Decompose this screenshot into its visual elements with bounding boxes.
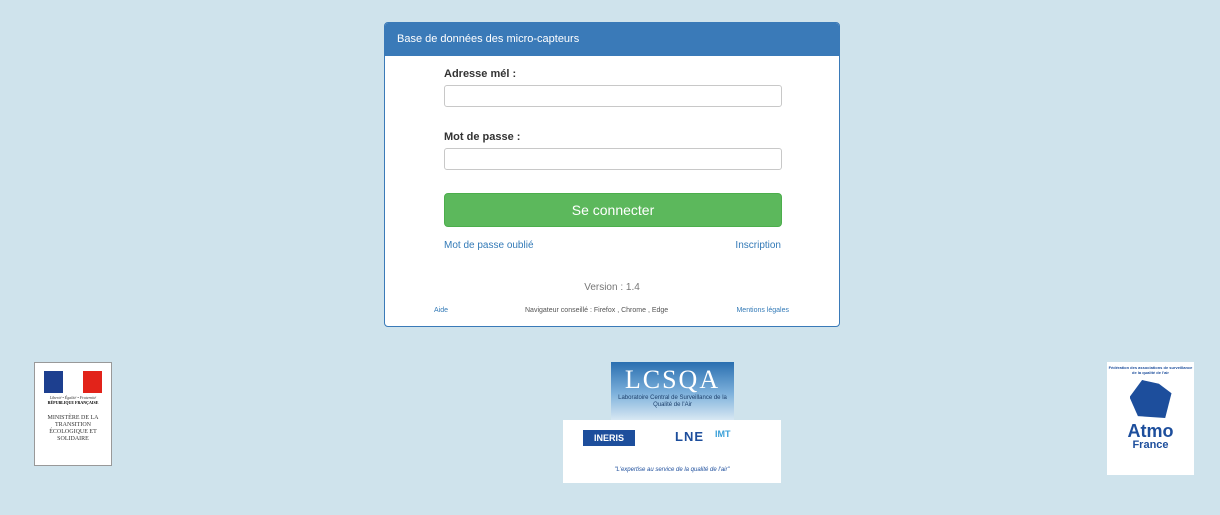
marianne-flag-icon: [44, 371, 102, 393]
browser-note: Navigateur conseillé : Firefox , Chrome …: [525, 307, 669, 314]
atmo-name: Atmo: [1127, 421, 1174, 441]
ineris-logo: INERIS: [583, 430, 635, 446]
forgot-password-link[interactable]: Mot de passe oublié: [444, 240, 534, 251]
version-text: Version : 1.4: [584, 282, 640, 293]
login-panel: Base de données des micro-capteurs Adres…: [384, 22, 840, 327]
france-map-icon: [1129, 380, 1172, 418]
ministere-logo: Liberté • Égalité • Fraternité RÉPUBLIQU…: [34, 362, 112, 466]
lcsqa-title: LCSQA: [624, 365, 721, 394]
email-label: Adresse mél :: [444, 68, 517, 80]
lcsqa-logo: LCSQA Laboratoire Central de Surveillanc…: [611, 362, 734, 420]
atmo-country: France: [1132, 439, 1169, 451]
ministere-republique: RÉPUBLIQUE FRANÇAISE: [47, 400, 99, 405]
legal-link[interactable]: Mentions légales: [736, 307, 789, 314]
login-button[interactable]: Se connecter: [444, 193, 782, 227]
partners-tagline: "L'expertise au service de la qualité de…: [614, 467, 730, 473]
ministere-name: MINISTÈRE DE LA TRANSITION ÉCOLOGIQUE ET…: [47, 415, 99, 442]
email-field[interactable]: [444, 85, 782, 107]
panel-title: Base de données des micro-capteurs: [385, 23, 839, 56]
atmo-france-logo: Fédération des associations de surveilla…: [1107, 362, 1194, 475]
password-label: Mot de passe :: [444, 131, 521, 143]
password-field[interactable]: [444, 148, 782, 170]
partners-logo: INERIS LNE IMT "L'expertise au service d…: [563, 420, 781, 483]
atmo-federation-text: Fédération des associations de surveilla…: [1108, 365, 1193, 375]
imt-logo: IMT: [715, 429, 731, 439]
help-link[interactable]: Aide: [434, 307, 448, 314]
signup-link[interactable]: Inscription: [735, 240, 781, 251]
lne-logo: LNE: [675, 429, 704, 444]
lcsqa-subtitle: Laboratoire Central de Surveillance de l…: [618, 395, 727, 408]
